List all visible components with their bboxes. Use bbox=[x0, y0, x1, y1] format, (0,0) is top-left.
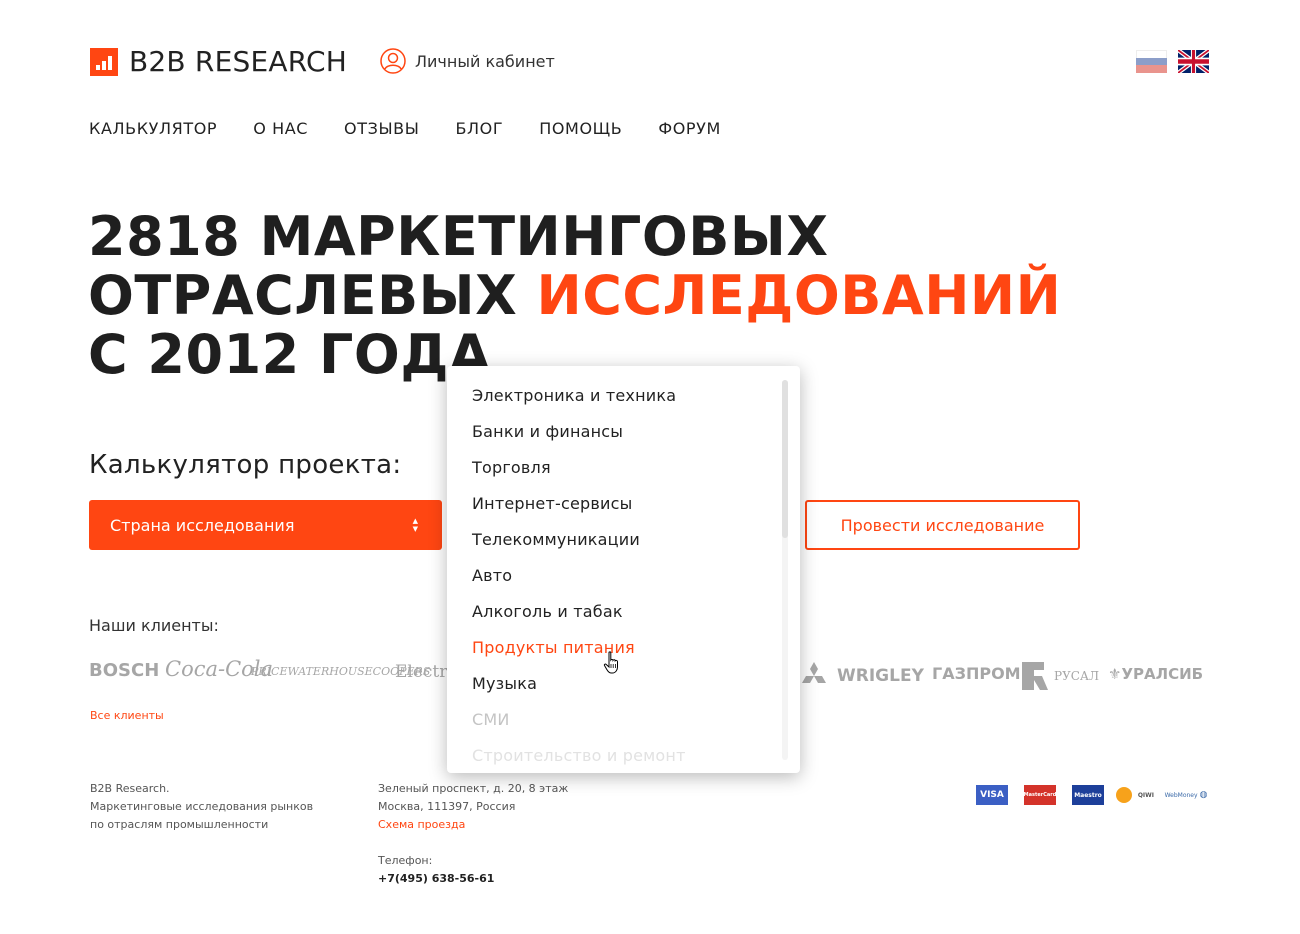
dropdown-item-trade[interactable]: Торговля bbox=[472, 456, 686, 492]
footer-address: Зеленый проспект, д. 20, 8 этаж Москва, … bbox=[378, 780, 568, 834]
hero-line-2-accent: ИССЛЕДОВАНИЙ bbox=[536, 264, 1062, 327]
nav-calculator[interactable]: КАЛЬКУЛЯТОР bbox=[89, 119, 217, 138]
uk-flag-icon[interactable] bbox=[1178, 50, 1209, 73]
footer-address-city: Москва, 111397, Россия bbox=[378, 800, 516, 813]
all-clients-link[interactable]: Все клиенты bbox=[90, 709, 164, 722]
client-logo-rusal: РУСАЛ bbox=[1054, 669, 1100, 683]
dropdown-item-internet[interactable]: Интернет-сервисы bbox=[472, 492, 686, 528]
russia-flag-icon[interactable] bbox=[1136, 50, 1167, 73]
maestro-icon: Maestro bbox=[1072, 785, 1104, 805]
dropdown-item-construction[interactable]: Строительство и ремонт bbox=[472, 744, 686, 773]
select-arrows-icon: ▲ ▼ bbox=[412, 517, 418, 533]
qiwi-circle-icon bbox=[1116, 787, 1132, 803]
nav-reviews[interactable]: ОТЗЫВЫ bbox=[344, 119, 419, 138]
personal-account-label: Личный кабинет bbox=[415, 51, 555, 71]
visa-icon: VISA bbox=[976, 785, 1008, 805]
webmoney-icon: WebMoney ◍ bbox=[1163, 785, 1209, 805]
client-logo-uralsib: ⚜УРАЛСИБ bbox=[1108, 665, 1203, 683]
main-nav: КАЛЬКУЛЯТОР О НАС ОТЗЫВЫ БЛОГ ПОМОЩЬ ФОР… bbox=[89, 119, 721, 138]
country-select-label: Страна исследования bbox=[110, 515, 295, 535]
nav-about[interactable]: О НАС bbox=[253, 119, 308, 138]
user-icon bbox=[380, 48, 406, 74]
personal-account-link[interactable]: Личный кабинет bbox=[380, 48, 555, 74]
dropdown-item-alcohol[interactable]: Алкоголь и табак bbox=[472, 600, 686, 636]
uralsib-name: УРАЛСИБ bbox=[1121, 665, 1204, 683]
footer-company: B2B Research. Маркетинговые исследования… bbox=[90, 780, 313, 834]
footer-company-desc-2: по отраслям промышленности bbox=[90, 818, 269, 831]
footer-company-desc-1: Маркетинговые исследования рынков bbox=[90, 800, 314, 813]
dropdown-item-auto[interactable]: Авто bbox=[472, 564, 686, 600]
mitsubishi-logo-icon bbox=[801, 661, 827, 691]
rusal-logo-icon bbox=[1020, 660, 1050, 692]
hero-line-2: ОТРАСЛЕВЫХ ИССЛЕДОВАНИЙ bbox=[88, 266, 1061, 325]
footer-phone: Телефон: +7(495) 638-56-61 bbox=[378, 852, 494, 888]
client-logo-bosch: BOSCH bbox=[89, 660, 160, 681]
dropdown-item-food[interactable]: Продукты питания bbox=[472, 636, 686, 672]
globe-icon: ◍ bbox=[1199, 790, 1208, 800]
brand-logo[interactable]: B2B RESEARCH bbox=[90, 45, 347, 78]
mastercard-icon: MasterCard bbox=[1024, 785, 1056, 805]
calculator-title: Калькулятор проекта: bbox=[89, 450, 402, 480]
dropdown-scrollbar-thumb[interactable] bbox=[782, 380, 788, 538]
dropdown-item-media[interactable]: СМИ bbox=[472, 708, 686, 744]
dropdown-item-music[interactable]: Музыка bbox=[472, 672, 686, 708]
nav-blog[interactable]: БЛОГ bbox=[455, 119, 503, 138]
industry-dropdown-list: Электроника и техника Банки и финансы То… bbox=[472, 384, 686, 773]
hand-cursor-icon bbox=[603, 651, 618, 674]
nav-forum[interactable]: ФОРУМ bbox=[658, 119, 721, 138]
qiwi-label: QIWI bbox=[1137, 791, 1154, 799]
footer-company-name: B2B Research. bbox=[90, 782, 170, 795]
dropdown-item-electronics[interactable]: Электроника и техника bbox=[472, 384, 686, 420]
uralsib-emblem-icon: ⚜ bbox=[1108, 665, 1122, 683]
dropdown-scrollbar[interactable] bbox=[782, 380, 788, 760]
bar-chart-icon bbox=[90, 47, 118, 76]
client-logo-gazprom: ГАЗПРОМ bbox=[932, 664, 1021, 683]
dropdown-item-banks[interactable]: Банки и финансы bbox=[472, 420, 686, 456]
clients-title: Наши клиенты: bbox=[89, 616, 219, 635]
map-directions-link[interactable]: Схема проезда bbox=[378, 816, 568, 834]
brand-name: B2B RESEARCH bbox=[129, 45, 347, 78]
industry-dropdown[interactable]: Электроника и техника Банки и финансы То… bbox=[447, 366, 800, 773]
footer-phone-number[interactable]: +7(495) 638-56-61 bbox=[378, 870, 494, 888]
qiwi-icon: QIWI bbox=[1116, 785, 1154, 805]
webmoney-label: WebMoney bbox=[1164, 791, 1198, 799]
nav-help[interactable]: ПОМОЩЬ bbox=[539, 119, 622, 138]
hero-headline: 2818 МАРКЕТИНГОВЫХ ОТРАСЛЕВЫХ ИССЛЕДОВАН… bbox=[88, 207, 1061, 384]
footer-address-street: Зеленый проспект, д. 20, 8 этаж bbox=[378, 782, 569, 795]
client-logo-wrigley: WRIGLEY bbox=[837, 666, 924, 686]
dropdown-item-telecom[interactable]: Телекоммуникации bbox=[472, 528, 686, 564]
footer-phone-label: Телефон: bbox=[378, 854, 433, 867]
country-select[interactable]: Страна исследования ▲ ▼ bbox=[89, 500, 442, 550]
hero-line-2-plain: ОТРАСЛЕВЫХ bbox=[88, 264, 518, 327]
run-research-button[interactable]: Провести исследование bbox=[805, 500, 1080, 550]
hero-line-1: 2818 МАРКЕТИНГОВЫХ bbox=[88, 205, 829, 268]
